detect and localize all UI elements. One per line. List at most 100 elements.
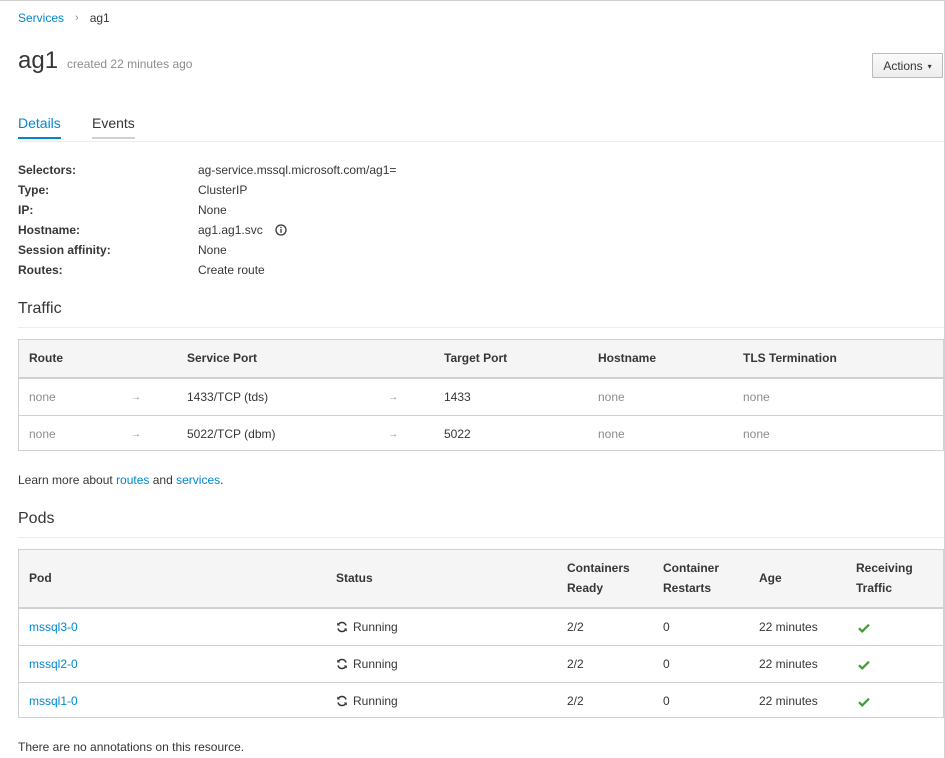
col-receiving-traffic-line2: Traffic xyxy=(856,581,893,595)
service-port-cell: 1433/TCP (tds) xyxy=(187,390,269,404)
learn-more-text: Learn more about routes and services. xyxy=(18,473,223,487)
age-cell: 22 minutes xyxy=(759,657,818,671)
pod-link[interactable]: mssql1-0 xyxy=(29,694,78,708)
col-age: Age xyxy=(759,571,782,585)
tab-bar: Details Events xyxy=(18,111,944,142)
sync-icon xyxy=(336,695,348,710)
pods-table: Pod Status Containers Ready Container Re… xyxy=(18,549,944,718)
breadcrumb: Services › ag1 xyxy=(18,11,110,25)
col-target-port: Target Port xyxy=(444,351,508,365)
page-title: ag1 xyxy=(18,47,59,74)
session-affinity-value: None xyxy=(198,243,227,257)
breadcrumb-services-link[interactable]: Services xyxy=(18,11,64,25)
pod-link[interactable]: mssql3-0 xyxy=(29,620,78,634)
status-text: Running xyxy=(353,657,398,671)
age-cell: 22 minutes xyxy=(759,620,818,634)
status-cell: Running xyxy=(336,694,398,710)
selectors-label: Selectors: xyxy=(18,163,77,177)
traffic-divider xyxy=(18,327,944,328)
pod-link[interactable]: mssql2-0 xyxy=(29,657,78,671)
tab-details[interactable]: Details xyxy=(18,115,61,139)
hostname-label: Hostname: xyxy=(18,223,81,237)
container-restarts-cell: 0 xyxy=(663,620,670,634)
route-cell: none xyxy=(29,427,56,441)
status-text: Running xyxy=(353,694,398,708)
service-detail-page: Services › ag1 ag1 created 22 minutes ag… xyxy=(0,0,945,758)
col-hostname: Hostname xyxy=(598,351,657,365)
col-containers-ready-line2: Ready xyxy=(567,581,604,595)
learn-more-and: and xyxy=(149,473,177,487)
target-port-cell: 5022 xyxy=(444,427,471,441)
selectors-value: ag-service.mssql.microsoft.com/ag1= xyxy=(198,163,397,177)
table-row: mssql1-0 Running 2/2 0 22 minutes xyxy=(19,682,943,719)
col-pod: Pod xyxy=(29,571,52,585)
arrow-right-icon: → xyxy=(388,429,398,440)
type-value: ClusterIP xyxy=(198,183,248,197)
tls-cell: none xyxy=(743,427,770,441)
session-affinity-label: Session affinity: xyxy=(18,243,111,257)
containers-ready-cell: 2/2 xyxy=(567,657,584,671)
col-status: Status xyxy=(336,571,373,585)
info-icon[interactable] xyxy=(275,224,287,239)
routes-label: Routes: xyxy=(18,263,63,277)
col-service-port: Service Port xyxy=(187,351,258,365)
containers-ready-cell: 2/2 xyxy=(567,620,584,634)
hostname-value-wrap: ag1.ag1.svc xyxy=(198,223,287,239)
pods-table-header: Pod Status Containers Ready Container Re… xyxy=(19,550,943,608)
traffic-table-header: Route Service Port Target Port Hostname … xyxy=(19,340,943,378)
actions-dropdown-button[interactable]: Actions ▾ xyxy=(872,53,943,78)
learn-more-suffix: . xyxy=(220,473,224,487)
col-container-restarts-line1: Container xyxy=(663,561,720,575)
service-port-cell: 5022/TCP (dbm) xyxy=(187,427,276,441)
type-label: Type: xyxy=(18,183,50,197)
pods-section-title: Pods xyxy=(18,510,55,527)
arrow-right-icon: → xyxy=(388,392,398,403)
status-text: Running xyxy=(353,620,398,634)
hostname-value: ag1.ag1.svc xyxy=(198,223,263,237)
container-restarts-cell: 0 xyxy=(663,657,670,671)
check-icon xyxy=(858,696,870,710)
col-receiving-traffic-line1: Receiving xyxy=(856,561,913,575)
check-icon xyxy=(858,622,870,636)
col-route: Route xyxy=(29,351,63,365)
col-containers-ready-line1: Containers xyxy=(567,561,630,575)
breadcrumb-current: ag1 xyxy=(89,11,110,25)
arrow-right-icon: → xyxy=(131,429,141,440)
actions-label: Actions xyxy=(883,58,923,73)
containers-ready-cell: 2/2 xyxy=(567,694,584,708)
chevron-down-icon: ▾ xyxy=(927,61,932,71)
target-port-cell: 1433 xyxy=(444,390,471,404)
col-tls-termination: TLS Termination xyxy=(743,351,837,365)
routes-link[interactable]: routes xyxy=(116,473,149,487)
hostname-cell: none xyxy=(598,390,625,404)
table-row: mssql2-0 Running 2/2 0 22 minutes xyxy=(19,645,943,682)
sync-icon xyxy=(336,658,348,673)
col-container-restarts-line2: Restarts xyxy=(663,581,712,595)
create-route-link[interactable]: Create route xyxy=(198,263,265,277)
arrow-right-icon: → xyxy=(131,392,141,403)
status-cell: Running xyxy=(336,620,398,636)
created-timestamp: created 22 minutes ago xyxy=(67,57,193,71)
learn-more-prefix: Learn more about xyxy=(18,473,117,487)
age-cell: 22 minutes xyxy=(759,694,818,708)
table-row: none → 5022/TCP (dbm) → 5022 none none xyxy=(19,415,943,452)
ip-value: None xyxy=(198,203,227,217)
check-icon xyxy=(858,659,870,673)
pods-divider xyxy=(18,537,944,538)
page-header: ag1 created 22 minutes ago xyxy=(18,47,192,75)
tab-events[interactable]: Events xyxy=(92,115,135,139)
traffic-table: Route Service Port Target Port Hostname … xyxy=(18,339,944,451)
container-restarts-cell: 0 xyxy=(663,694,670,708)
tls-cell: none xyxy=(743,390,770,404)
table-row: none → 1433/TCP (tds) → 1433 none none xyxy=(19,378,943,415)
sync-icon xyxy=(336,621,348,636)
services-link[interactable]: services xyxy=(176,473,220,487)
ip-label: IP: xyxy=(18,203,34,217)
status-cell: Running xyxy=(336,657,398,673)
breadcrumb-separator: › xyxy=(75,12,79,24)
annotations-empty-text: There are no annotations on this resourc… xyxy=(18,740,245,754)
hostname-cell: none xyxy=(598,427,625,441)
route-cell: none xyxy=(29,390,56,404)
table-row: mssql3-0 Running 2/2 0 22 minutes xyxy=(19,608,943,645)
traffic-section-title: Traffic xyxy=(18,300,62,317)
